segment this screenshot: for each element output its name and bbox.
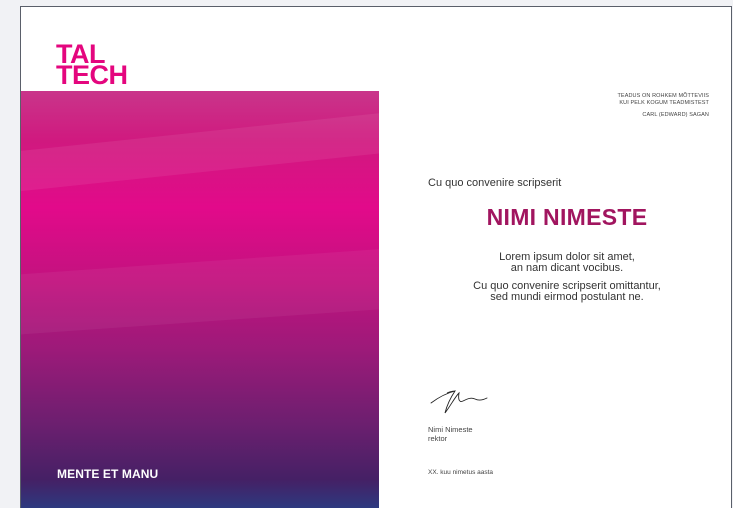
motto-text: MENTE ET MANU <box>57 467 159 481</box>
recipient-name: NIMI NIMESTE <box>486 204 648 230</box>
certificate-body: Lorem ipsum dolor sit amet, an nam dican… <box>401 252 731 303</box>
quote-block: TEADUS ON ROHKEM MÕTTEVIIS KUI PELK KOGU… <box>617 93 709 119</box>
gradient-panel: MENTE ET MANU <box>21 91 379 508</box>
signer-name: Nimi Nimeste <box>428 425 473 434</box>
body-line-2: an nam dicant vocibus. <box>510 262 624 274</box>
quote-author: CARL (EDWARD) SAGAN <box>642 112 709 118</box>
taltech-logo: TAL TECH <box>56 41 128 90</box>
body-line-4: sed mundi eirmod postulant ne. <box>490 291 644 303</box>
certificate-intro: Cu quo convenire scripserit <box>428 177 562 189</box>
logo-line-2: TECH <box>56 60 128 90</box>
signer-block: Nimi Nimeste rektor <box>428 425 473 443</box>
date-text: XX. kuu nimetus aasta <box>428 469 494 476</box>
signature-image <box>430 390 488 414</box>
quote-line-2: KUI PELK KOGUM TEADMISTEST <box>619 100 709 106</box>
signer-title: rektor <box>428 434 448 443</box>
quote-line-1: TEADUS ON ROHKEM MÕTTEVIIS <box>617 93 709 99</box>
certificate-page: TAL TECH MENTE ET MANU TEADUS ON ROHKEM … <box>20 6 732 508</box>
